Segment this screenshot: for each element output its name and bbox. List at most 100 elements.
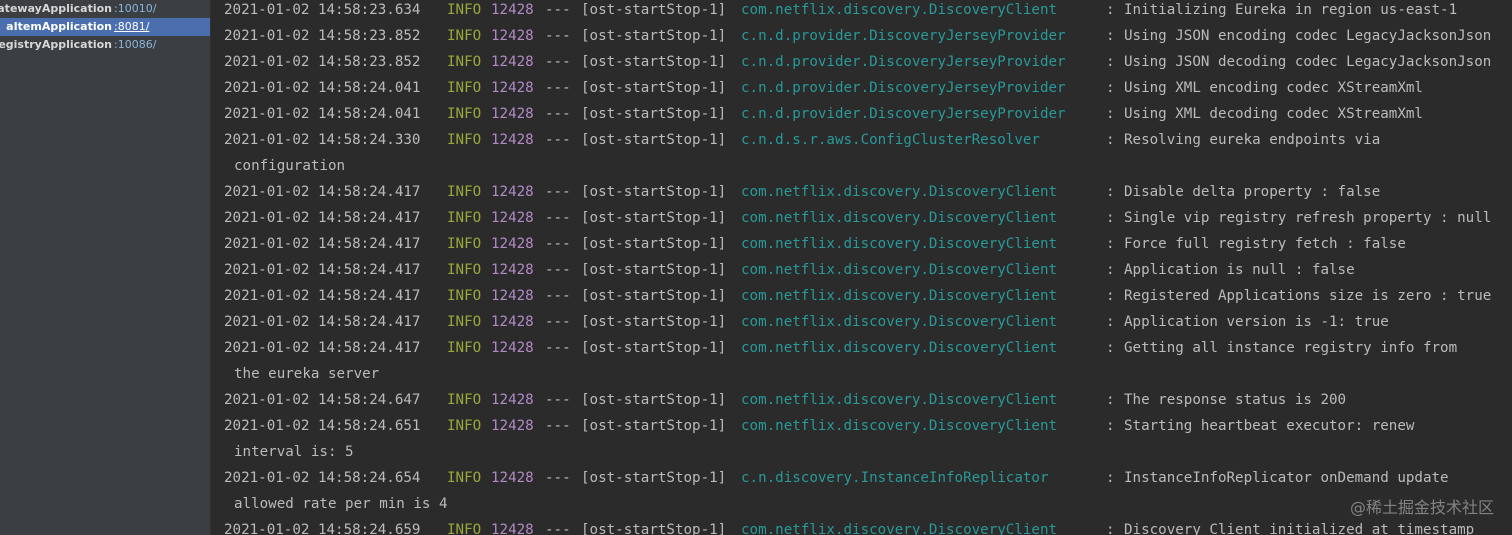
log-pid: 12428 bbox=[491, 28, 534, 44]
log-line: 2021-01-02 14:58:24.417 INFO 12428 --- [ost-… bbox=[211, 286, 1512, 312]
service-item[interactable]: aGatewayApplication:10010/ bbox=[0, 0, 210, 18]
log-timestamp: 2021-01-02 14:58:24.417 bbox=[224, 314, 421, 330]
log-message: Application version is -1: true bbox=[1124, 314, 1389, 330]
log-colon: : bbox=[1106, 522, 1115, 535]
log-timestamp: 2021-01-02 14:58:24.417 bbox=[224, 340, 421, 356]
log-message: Using XML decoding codec XStreamXml bbox=[1124, 106, 1423, 122]
log-message: Single vip registry refresh property : n… bbox=[1124, 210, 1492, 226]
log-timestamp: 2021-01-02 14:58:24.651 bbox=[224, 418, 421, 434]
log-timestamp: 2021-01-02 14:58:24.417 bbox=[224, 210, 421, 226]
log-separator: --- bbox=[545, 418, 571, 434]
log-line: 2021-01-02 14:58:24.417 INFO 12428 --- [ost-… bbox=[211, 208, 1512, 234]
console-output[interactable]: 2021-01-02 14:58:23.634 INFO 12428 --- [ost-… bbox=[211, 0, 1512, 535]
service-port-link[interactable]: :8081/ bbox=[114, 18, 149, 36]
log-thread: [ost-startStop-1] bbox=[581, 470, 727, 486]
log-colon: : bbox=[1106, 80, 1115, 96]
log-message: Discovery Client initialized at timestam… bbox=[1124, 522, 1475, 535]
log-timestamp: 2021-01-02 14:58:24.647 bbox=[224, 392, 421, 408]
log-line-continuation: allowed rate per min is 4 bbox=[211, 494, 1512, 520]
log-level: INFO bbox=[447, 54, 482, 70]
log-level: INFO bbox=[447, 418, 482, 434]
log-line-continuation: the eureka server bbox=[211, 364, 1512, 390]
log-logger: c.n.d.s.r.aws.ConfigClusterResolver bbox=[741, 132, 1040, 148]
log-separator: --- bbox=[545, 288, 571, 304]
log-line: 2021-01-02 14:58:24.659 INFO 12428 --- [ost-… bbox=[211, 520, 1512, 535]
log-pid: 12428 bbox=[491, 392, 534, 408]
log-pid: 12428 bbox=[491, 132, 534, 148]
log-colon: : bbox=[1106, 54, 1115, 70]
log-logger: c.n.d.provider.DiscoveryJerseyProvider bbox=[741, 80, 1066, 96]
log-timestamp: 2021-01-02 14:58:24.417 bbox=[224, 184, 421, 200]
log-separator: --- bbox=[545, 184, 571, 200]
log-pid: 12428 bbox=[491, 522, 534, 535]
log-separator: --- bbox=[545, 262, 571, 278]
log-colon: : bbox=[1106, 184, 1115, 200]
log-thread: [ost-startStop-1] bbox=[581, 28, 727, 44]
log-message: allowed rate per min is 4 bbox=[234, 496, 448, 512]
log-separator: --- bbox=[545, 28, 571, 44]
log-separator: --- bbox=[545, 80, 571, 96]
log-logger: com.netflix.discovery.DiscoveryClient bbox=[741, 522, 1058, 535]
log-timestamp: 2021-01-02 14:58:24.417 bbox=[224, 262, 421, 278]
log-level: INFO bbox=[447, 132, 482, 148]
log-line: 2021-01-02 14:58:24.417 INFO 12428 --- [ost-… bbox=[211, 338, 1512, 364]
log-message: Getting all instance registry info from bbox=[1124, 340, 1458, 356]
log-thread: [ost-startStop-1] bbox=[581, 314, 727, 330]
log-thread: [ost-startStop-1] bbox=[581, 54, 727, 70]
log-timestamp: 2021-01-02 14:58:24.041 bbox=[224, 80, 421, 96]
log-message: Force full registry fetch : false bbox=[1124, 236, 1406, 252]
log-level: INFO bbox=[447, 28, 482, 44]
log-logger: com.netflix.discovery.DiscoveryClient bbox=[741, 340, 1058, 356]
log-message: Registered Applications size is zero : t… bbox=[1124, 288, 1492, 304]
log-colon: : bbox=[1106, 392, 1115, 408]
log-line: 2021-01-02 14:58:24.654 INFO 12428 --- [ost-… bbox=[211, 468, 1512, 494]
log-message: Using JSON encoding codec LegacyJacksonJ… bbox=[1124, 28, 1492, 44]
log-pid: 12428 bbox=[491, 54, 534, 70]
log-separator: --- bbox=[545, 522, 571, 535]
log-pid: 12428 bbox=[491, 80, 534, 96]
log-logger: c.n.d.provider.DiscoveryJerseyProvider bbox=[741, 106, 1066, 122]
log-separator: --- bbox=[545, 210, 571, 226]
log-thread: [ost-startStop-1] bbox=[581, 392, 727, 408]
log-separator: --- bbox=[545, 340, 571, 356]
log-timestamp: 2021-01-02 14:58:24.654 bbox=[224, 470, 421, 486]
log-line: 2021-01-02 14:58:24.417 INFO 12428 --- [ost-… bbox=[211, 260, 1512, 286]
log-logger: com.netflix.discovery.DiscoveryClient bbox=[741, 418, 1058, 434]
log-level: INFO bbox=[447, 314, 482, 330]
log-pid: 12428 bbox=[491, 210, 534, 226]
log-message: Application is null : false bbox=[1124, 262, 1355, 278]
log-pid: 12428 bbox=[491, 288, 534, 304]
log-pid: 12428 bbox=[491, 2, 534, 18]
log-colon: : bbox=[1106, 2, 1115, 18]
log-thread: [ost-startStop-1] bbox=[581, 262, 727, 278]
log-message: Disable delta property : false bbox=[1124, 184, 1381, 200]
log-colon: : bbox=[1106, 418, 1115, 434]
service-port-link[interactable]: :10010/ bbox=[114, 0, 156, 18]
log-level: INFO bbox=[447, 522, 482, 535]
log-logger: c.n.d.provider.DiscoveryJerseyProvider bbox=[741, 54, 1066, 70]
log-thread: [ost-startStop-1] bbox=[581, 340, 727, 356]
log-timestamp: 2021-01-02 14:58:23.852 bbox=[224, 28, 421, 44]
service-item[interactable]: aItemApplication:8081/ bbox=[0, 18, 210, 36]
log-timestamp: 2021-01-02 14:58:23.634 bbox=[224, 2, 421, 18]
service-item[interactable]: aRegistryApplication:10086/ bbox=[0, 36, 210, 54]
log-line: 2021-01-02 14:58:24.417 INFO 12428 --- [ost-… bbox=[211, 234, 1512, 260]
log-level: INFO bbox=[447, 106, 482, 122]
log-separator: --- bbox=[545, 2, 571, 18]
log-colon: : bbox=[1106, 236, 1115, 252]
log-line: 2021-01-02 14:58:24.417 INFO 12428 --- [ost-… bbox=[211, 182, 1512, 208]
log-separator: --- bbox=[545, 236, 571, 252]
log-thread: [ost-startStop-1] bbox=[581, 184, 727, 200]
service-port-link[interactable]: :10086/ bbox=[114, 36, 156, 54]
log-pid: 12428 bbox=[491, 236, 534, 252]
watermark: @稀土掘金技术社区 bbox=[1349, 498, 1494, 517]
service-name: aRegistryApplication bbox=[0, 38, 112, 51]
log-colon: : bbox=[1106, 470, 1115, 486]
log-thread: [ost-startStop-1] bbox=[581, 418, 727, 434]
log-message: The response status is 200 bbox=[1124, 392, 1347, 408]
log-logger: com.netflix.discovery.DiscoveryClient bbox=[741, 262, 1058, 278]
log-colon: : bbox=[1106, 132, 1115, 148]
log-message: InstanceInfoReplicator onDemand update bbox=[1124, 470, 1449, 486]
log-line-continuation: configuration bbox=[211, 156, 1512, 182]
log-pid: 12428 bbox=[491, 184, 534, 200]
